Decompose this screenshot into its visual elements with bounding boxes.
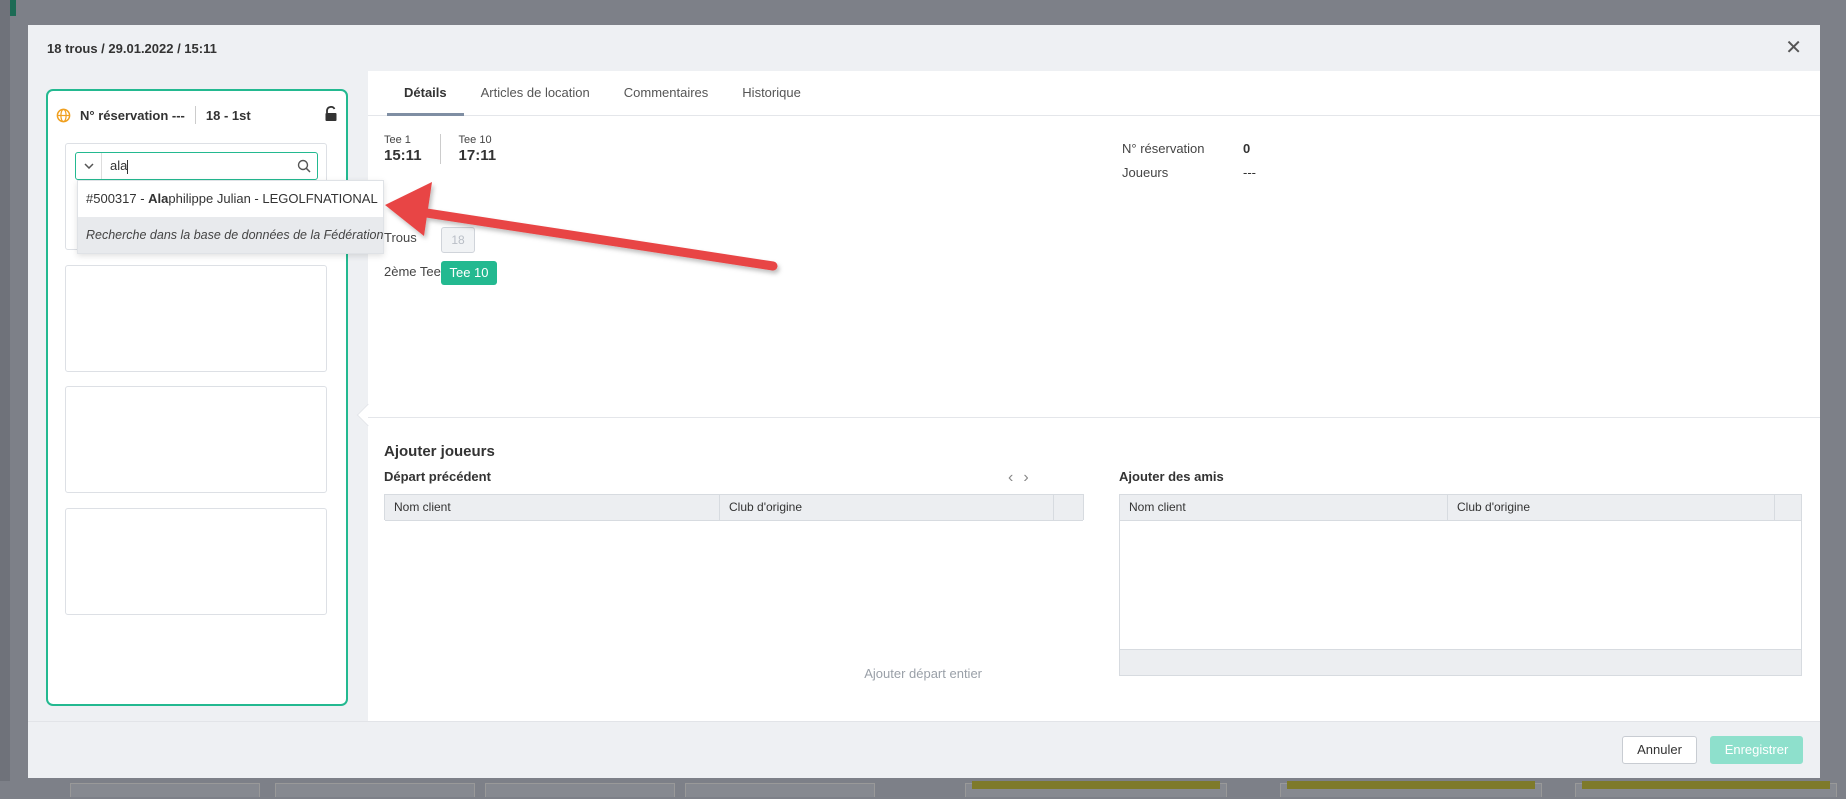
- booking-number-label: N° réservation ---: [80, 107, 185, 123]
- add-friends-title: Ajouter des amis: [1119, 469, 1224, 484]
- tee1-block: Tee 1 15:11: [384, 134, 440, 164]
- booking-no-value: 0: [1243, 141, 1251, 156]
- unlock-icon[interactable]: [324, 106, 338, 122]
- player-search-input[interactable]: ala: [102, 158, 291, 174]
- background-sidebar: [0, 0, 10, 799]
- modal-footer: Annuler Enregistrer: [28, 721, 1820, 778]
- tab-details[interactable]: Détails: [387, 71, 464, 116]
- column-header-client-name[interactable]: Nom client: [1120, 495, 1448, 520]
- modal-body: N° réservation --- 18 - 1st ala Détails …: [28, 71, 1820, 721]
- close-icon[interactable]: ✕: [1785, 38, 1802, 58]
- add-entire-departure-link[interactable]: Ajouter départ entier: [852, 666, 982, 681]
- player-slot-2[interactable]: [65, 265, 327, 372]
- booking-no-label: N° réservation: [1122, 141, 1205, 156]
- text-caret: [127, 159, 129, 174]
- modal-header: 18 trous / 29.01.2022 / 15:11: [28, 25, 1820, 71]
- players-value: ---: [1243, 165, 1256, 180]
- save-button[interactable]: Enregistrer: [1710, 736, 1803, 764]
- chevron-left-icon[interactable]: ‹: [1008, 469, 1023, 486]
- holes-value-field: 18: [441, 227, 475, 253]
- tee10-time: 17:11: [458, 147, 497, 164]
- friends-table: Nom client Club d'origine: [1119, 494, 1802, 676]
- tab-comments[interactable]: Commentaires: [607, 71, 726, 116]
- player-search-field[interactable]: ala: [75, 152, 318, 180]
- tee-times: Tee 1 15:11 Tee 10 17:11: [384, 134, 514, 164]
- table-header: Nom client Club d'origine: [385, 495, 1083, 521]
- column-header-client-name[interactable]: Nom client: [385, 495, 720, 520]
- tee10-block: Tee 10 17:11: [439, 134, 515, 164]
- booking-card-header: N° réservation --- 18 - 1st: [56, 105, 338, 125]
- previous-departure-table: Nom client Club d'origine: [384, 494, 1084, 521]
- previous-departure-title: Départ précédent: [384, 469, 491, 484]
- background-bottom-bar: [0, 781, 1846, 799]
- pager: ‹›: [1008, 469, 1039, 487]
- player-slot-3[interactable]: [65, 386, 327, 493]
- holes-label: Trous: [384, 230, 417, 245]
- course-label: 18 - 1st: [205, 107, 251, 123]
- chevron-right-icon[interactable]: ›: [1023, 469, 1038, 486]
- players-column: N° réservation --- 18 - 1st ala: [28, 71, 368, 721]
- chevron-down-icon[interactable]: [76, 153, 102, 179]
- background-accent-tab: [10, 0, 16, 16]
- table-footer: [1120, 649, 1801, 675]
- player-search-value: ala: [110, 158, 128, 174]
- details-panel: Détails Articles de location Commentaire…: [356, 71, 1820, 721]
- header-divider: [194, 106, 196, 124]
- globe-icon: [56, 108, 71, 122]
- booking-modal: 18 trous / 29.01.2022 / 15:11 ✕ N° réser…: [28, 25, 1820, 778]
- tee1-time: 15:11: [384, 147, 422, 164]
- search-result-item[interactable]: #500317 - Alaphilippe Julian - LEGOLFNAT…: [78, 181, 383, 217]
- tab-rental-items[interactable]: Articles de location: [464, 71, 607, 116]
- add-players-title: Ajouter joueurs: [384, 443, 495, 460]
- second-tee-button[interactable]: Tee 10: [441, 261, 497, 285]
- search-icon[interactable]: [291, 159, 317, 173]
- table-header: Nom client Club d'origine: [1120, 495, 1801, 521]
- modal-title: 18 trous / 29.01.2022 / 15:11: [47, 40, 217, 56]
- column-header-home-club[interactable]: Club d'origine: [1448, 495, 1775, 520]
- players-label: Joueurs: [1122, 165, 1169, 180]
- tee10-label: Tee 10: [458, 134, 492, 146]
- section-divider: [368, 417, 1820, 418]
- search-results-dropdown: #500317 - Alaphilippe Julian - LEGOLFNAT…: [77, 180, 384, 254]
- tab-bar: Détails Articles de location Commentaire…: [368, 71, 1820, 116]
- cancel-button[interactable]: Annuler: [1622, 736, 1697, 764]
- tab-history[interactable]: Historique: [725, 71, 818, 116]
- tee1-label: Tee 1: [384, 134, 411, 146]
- column-header-actions: [1054, 495, 1083, 520]
- column-header-actions: [1775, 495, 1801, 520]
- player-slot-4[interactable]: [65, 508, 327, 615]
- result-match: Ala: [148, 191, 169, 206]
- second-tee-label: 2ème Tee: [384, 264, 441, 279]
- result-id: #500317 -: [86, 191, 149, 206]
- result-rest: philippe Julian - LEGOLFNATIONAL: [168, 191, 378, 206]
- federation-search-option[interactable]: Recherche dans la base de données de la …: [78, 217, 383, 253]
- column-header-home-club[interactable]: Club d'origine: [720, 495, 1054, 520]
